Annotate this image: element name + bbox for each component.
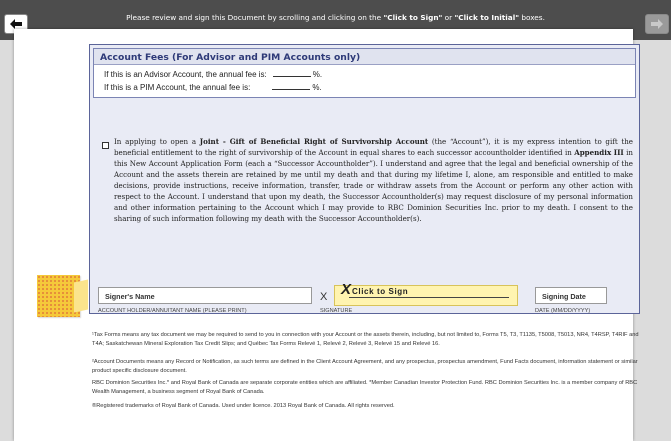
signature-caption: SIGNATURE (320, 308, 353, 314)
account-fees-box: Account Fees (For Advisor and PIM Accoun… (93, 48, 636, 98)
footnote-trademarks: ®Registered trademarks of Royal Bank of … (92, 403, 395, 409)
advisor-fee-blank (272, 70, 311, 77)
arrow-right-icon (651, 19, 663, 29)
signing-date-field[interactable]: Signing Date (535, 287, 607, 304)
signature-x-mark: X (320, 291, 328, 303)
pim-fee-label: If this is a PIM Account, the annual fee… (104, 83, 251, 92)
signature-line (349, 297, 509, 298)
survivorship-agreement-text: In applying to open a Joint - Gift of Be… (114, 137, 634, 223)
pim-fee-line: If this is a PIM Account, the annual fee… (104, 83, 322, 92)
sign-x-icon: X (341, 281, 352, 298)
footnote-tax-forms: ¹Tax Forms means any tax document we may… (92, 332, 639, 348)
signer-name-field[interactable]: Signer's Name (98, 287, 312, 304)
signing-date-caption: DATE (MM/DD/YYYY) (535, 308, 591, 314)
pim-fee-blank (272, 83, 311, 90)
advisor-fee-label: If this is an Advisor Account, the annua… (104, 70, 267, 79)
joint-account-checkbox[interactable] (102, 142, 109, 149)
sign-here-flag-icon (37, 275, 80, 317)
click-to-sign-button[interactable]: X Click to Sign (334, 281, 518, 306)
account-fees-title: Account Fees (For Advisor and PIM Accoun… (94, 49, 635, 65)
footnote-account-documents: ²Account Documents means any Record or N… (92, 359, 638, 375)
instruction-text: Please review and sign this Document by … (126, 13, 545, 22)
signer-name-caption: ACCOUNT HOLDER/ANNUITANT NAME (PLEASE PR… (98, 308, 247, 314)
click-to-sign-label: Click to Sign (352, 287, 409, 296)
document-page: Account Fees (For Advisor and PIM Accoun… (14, 29, 640, 441)
next-button[interactable] (645, 14, 669, 34)
footnote-corporate-entities: RBC Dominion Securities Inc.* and Royal … (92, 380, 638, 396)
advisor-fee-line: If this is an Advisor Account, the annua… (104, 70, 323, 79)
